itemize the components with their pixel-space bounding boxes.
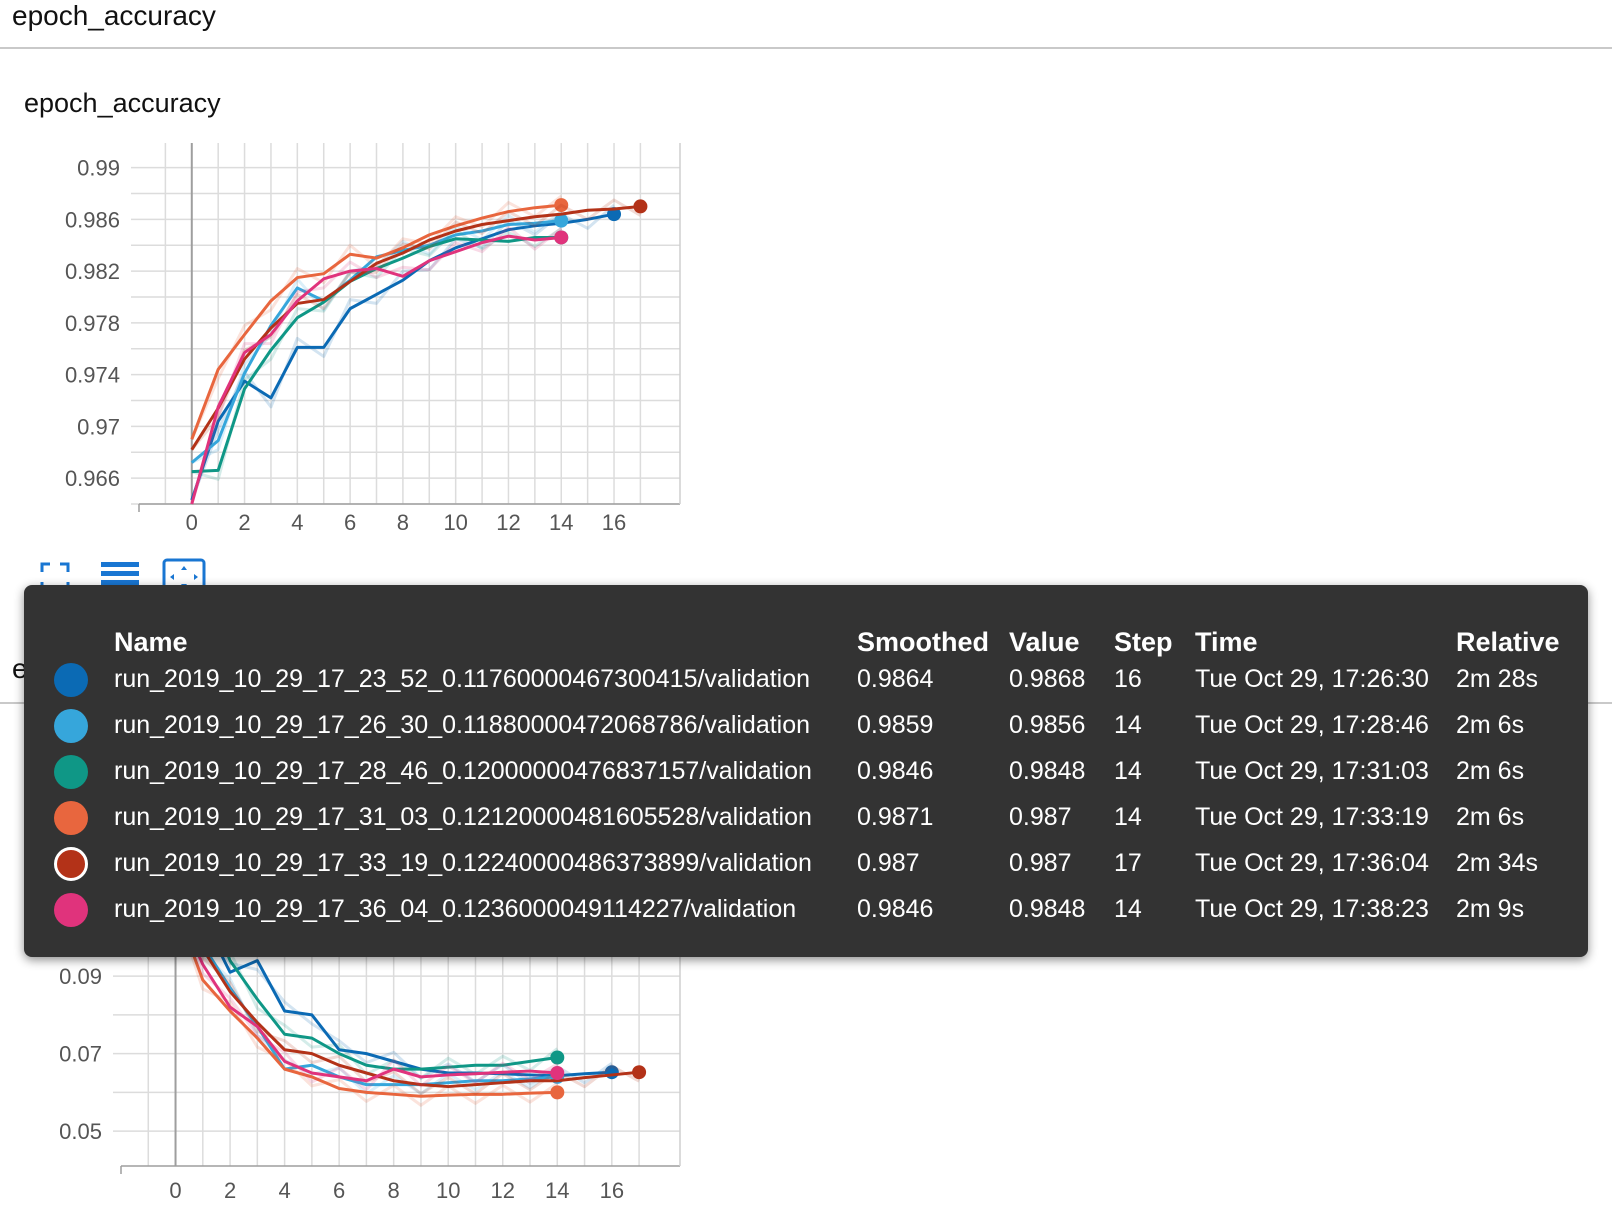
tooltip-name-cell: run_2019_10_29_17_26_30_0.11880000472068… — [114, 711, 811, 739]
tooltip-smoothed-cell: 0.987 — [857, 849, 920, 877]
tooltip-relative-cell: 2m 28s — [1456, 665, 1538, 693]
chart-epoch_accuracy: 0 2 4 6 8 10 12 14 16 0.966 0.97 0.974 0.978 0.982 0.9… — [65, 143, 681, 535]
y-tick-label: 0.99 — [77, 156, 120, 181]
tooltip-name-cell: run_2019_10_29_17_33_19_0.12240000486373… — [114, 849, 812, 877]
tooltip-smoothed-cell: 0.9859 — [857, 711, 934, 739]
tooltip-step-cell: 14 — [1114, 711, 1142, 739]
series-endpoint-4 — [632, 1065, 647, 1080]
column-header-name: Name — [114, 627, 188, 657]
tooltip-name-cell: run_2019_10_29_17_31_03_0.12120000481605… — [114, 803, 812, 831]
tooltip-step-cell: 14 — [1114, 895, 1142, 923]
tooltip-value-cell: 0.9848 — [1009, 895, 1086, 923]
x-tick-label: 12 — [491, 1178, 515, 1203]
series-raw-line — [190, 198, 642, 451]
x-tick-label: 14 — [549, 510, 573, 535]
y-tick-label: 0.986 — [65, 207, 120, 232]
tooltip-value-cell: 0.9856 — [1009, 711, 1086, 739]
x-tick-label: 16 — [602, 510, 626, 535]
y-tick-label: 0.05 — [59, 1119, 102, 1144]
tooltip-value-cell: 0.987 — [1009, 849, 1072, 877]
x-tick-label: 4 — [291, 510, 303, 535]
tooltip-value-cell: 0.9848 — [1009, 757, 1086, 785]
tooltip-smoothed-cell: 0.9846 — [857, 757, 934, 785]
y-tick-label: 0.966 — [65, 466, 120, 491]
x-tick-label: 10 — [436, 1178, 460, 1203]
series-color-dot — [54, 709, 88, 743]
tooltip-smoothed-cell: 0.9864 — [857, 665, 934, 693]
tooltip-step-cell: 14 — [1114, 803, 1142, 831]
series-endpoint-4 — [633, 199, 648, 214]
column-header-relative: Relative — [1456, 627, 1560, 657]
tooltip-relative-cell: 2m 6s — [1456, 757, 1525, 785]
y-tick-label: 0.978 — [65, 311, 120, 336]
x-tick-label: 12 — [496, 510, 520, 535]
series-color-dot — [54, 847, 88, 881]
tooltip-smoothed-cell: 0.9846 — [857, 895, 934, 923]
y-tick-label: 0.974 — [65, 363, 120, 388]
series-endpoint-5 — [550, 1066, 565, 1080]
x-tick-label: 2 — [238, 510, 250, 535]
tooltip-value-cell: 0.9868 — [1009, 665, 1086, 693]
tooltip-time-cell: Tue Oct 29, 17:36:04 — [1195, 849, 1429, 877]
series-endpoint-5 — [554, 230, 569, 245]
tooltip-step-cell: 14 — [1114, 757, 1142, 785]
tooltip-relative-cell: 2m 6s — [1456, 803, 1525, 831]
x-tick-label: 2 — [224, 1178, 236, 1203]
x-tick-label: 10 — [443, 510, 467, 535]
tooltip-name-cell: run_2019_10_29_17_36_04_0.12360000491142… — [114, 895, 797, 923]
tooltip-value-cell: 0.987 — [1009, 803, 1072, 831]
column-header-value: Value — [1009, 627, 1080, 657]
series-color-dot — [54, 663, 88, 697]
y-tick-label: 0.982 — [65, 259, 120, 284]
tooltip-time-cell: Tue Oct 29, 17:38:23 — [1195, 895, 1429, 923]
tooltip-relative-cell: 2m 9s — [1456, 895, 1525, 923]
column-header-smoothed: Smoothed — [857, 627, 989, 657]
y-tick-label: 0.07 — [59, 1042, 102, 1067]
x-tick-label: 6 — [344, 510, 356, 535]
series-color-dot — [54, 801, 88, 835]
tooltip-relative-cell: 2m 34s — [1456, 849, 1538, 877]
tooltip-time-cell: Tue Oct 29, 17:31:03 — [1195, 757, 1429, 785]
column-header-time: Time — [1195, 627, 1258, 657]
tooltip-name-cell: run_2019_10_29_17_28_46_0.12000000476837… — [114, 757, 812, 785]
series-endpoint-3 — [550, 1085, 565, 1100]
series-color-dot — [54, 755, 88, 789]
y-tick-label: 0.97 — [77, 414, 120, 439]
x-tick-label: 0 — [169, 1178, 181, 1203]
tooltip-name-cell: run_2019_10_29_17_23_52_0.11760000467300… — [114, 665, 811, 693]
x-tick-label: 0 — [186, 510, 198, 535]
x-tick-label: 6 — [333, 1178, 345, 1203]
x-tick-label: 14 — [545, 1178, 569, 1203]
tooltip-time-cell: Tue Oct 29, 17:26:30 — [1195, 665, 1429, 693]
series-color-dot — [54, 893, 88, 927]
data-tooltip: Name Smoothed Value Step Time Relative r… — [24, 585, 1588, 957]
tooltip-time-cell: Tue Oct 29, 17:28:46 — [1195, 711, 1429, 739]
column-header-step: Step — [1114, 627, 1173, 657]
tooltip-time-cell: Tue Oct 29, 17:33:19 — [1195, 803, 1429, 831]
tooltip-step-cell: 16 — [1114, 665, 1142, 693]
tooltip-relative-cell: 2m 6s — [1456, 711, 1525, 739]
y-tick-label: 0.09 — [59, 964, 102, 989]
x-tick-label: 4 — [278, 1178, 290, 1203]
x-tick-label: 8 — [388, 1178, 400, 1203]
x-tick-label: 16 — [600, 1178, 624, 1203]
tooltip-smoothed-cell: 0.9871 — [857, 803, 934, 831]
tooltip-step-cell: 17 — [1114, 849, 1142, 877]
series-endpoint-2 — [550, 1050, 565, 1065]
x-tick-label: 8 — [397, 510, 409, 535]
